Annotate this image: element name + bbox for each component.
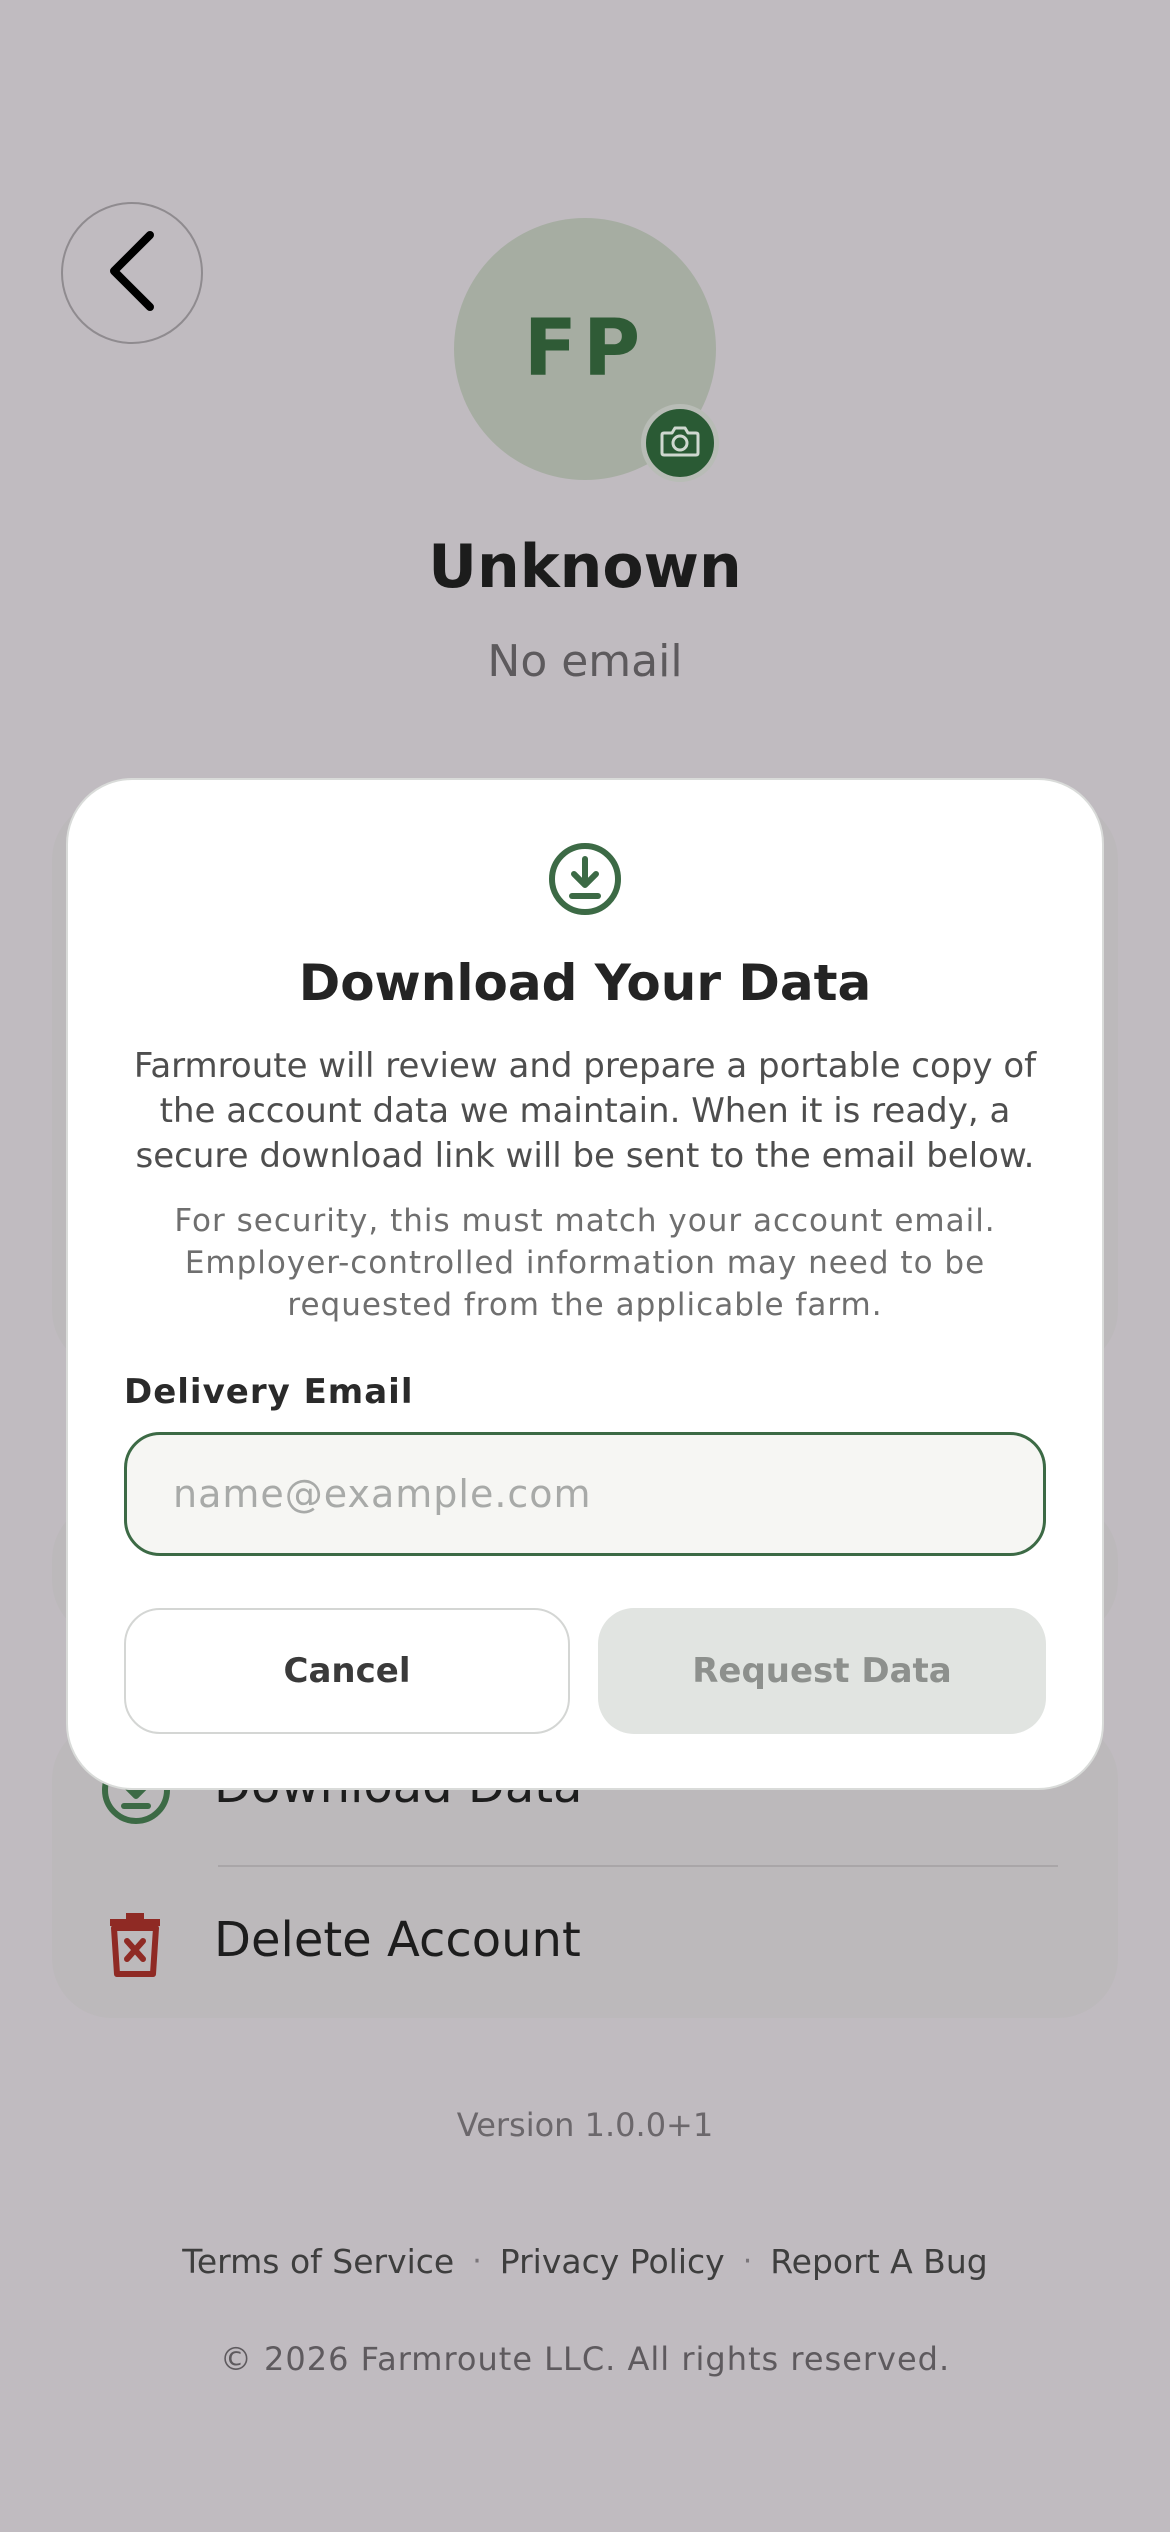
back-button[interactable] — [61, 202, 203, 344]
change-photo-button[interactable] — [641, 404, 719, 482]
app-version: Version 1.0.0+1 — [456, 2106, 714, 2144]
avatar-initials: FP — [523, 304, 647, 394]
chevron-left-icon — [104, 229, 160, 317]
trash-icon — [100, 1904, 170, 1984]
download-icon — [546, 840, 624, 918]
dialog-description: Farmroute will review and prepare a port… — [133, 1046, 1037, 1176]
request-data-button[interactable]: Request Data — [598, 1608, 1046, 1734]
terms-of-service-link[interactable]: Terms of Service — [182, 2242, 454, 2281]
divider — [218, 1865, 1058, 1867]
report-bug-link[interactable]: Report A Bug — [770, 2242, 987, 2281]
delivery-email-input[interactable] — [124, 1432, 1046, 1556]
cancel-button[interactable]: Cancel — [124, 1608, 570, 1734]
privacy-policy-link[interactable]: Privacy Policy — [500, 2242, 725, 2281]
copyright: © 2026 Farmroute LLC. All rights reserve… — [219, 2340, 951, 2378]
dialog-security-note: For security, this must match your accou… — [174, 1203, 996, 1323]
profile-name: Unknown — [428, 532, 742, 602]
profile-email: No email — [487, 636, 683, 687]
footer-links: Terms of Service · Privacy Policy · Repo… — [0, 2242, 1170, 2281]
delivery-email-label: Delivery Email — [124, 1372, 414, 1412]
delete-account-item[interactable]: Delete Account — [214, 1912, 581, 1968]
dialog-title: Download Your Data — [298, 954, 872, 1012]
separator: · — [472, 2244, 482, 2279]
camera-icon — [660, 424, 700, 462]
separator: · — [742, 2244, 753, 2279]
